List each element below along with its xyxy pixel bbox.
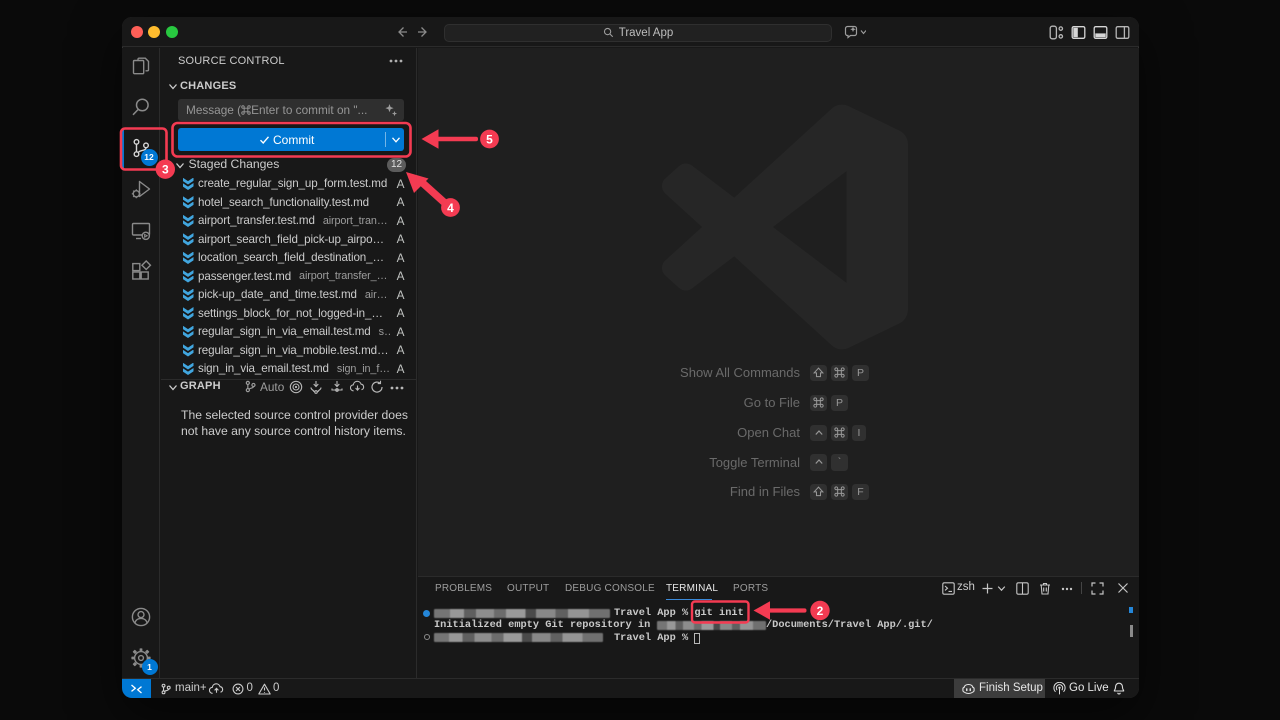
svg-text:4: 4 [447, 201, 454, 215]
svg-text:5: 5 [486, 132, 493, 146]
svg-text:3: 3 [162, 163, 169, 177]
svg-text:2: 2 [817, 604, 824, 618]
